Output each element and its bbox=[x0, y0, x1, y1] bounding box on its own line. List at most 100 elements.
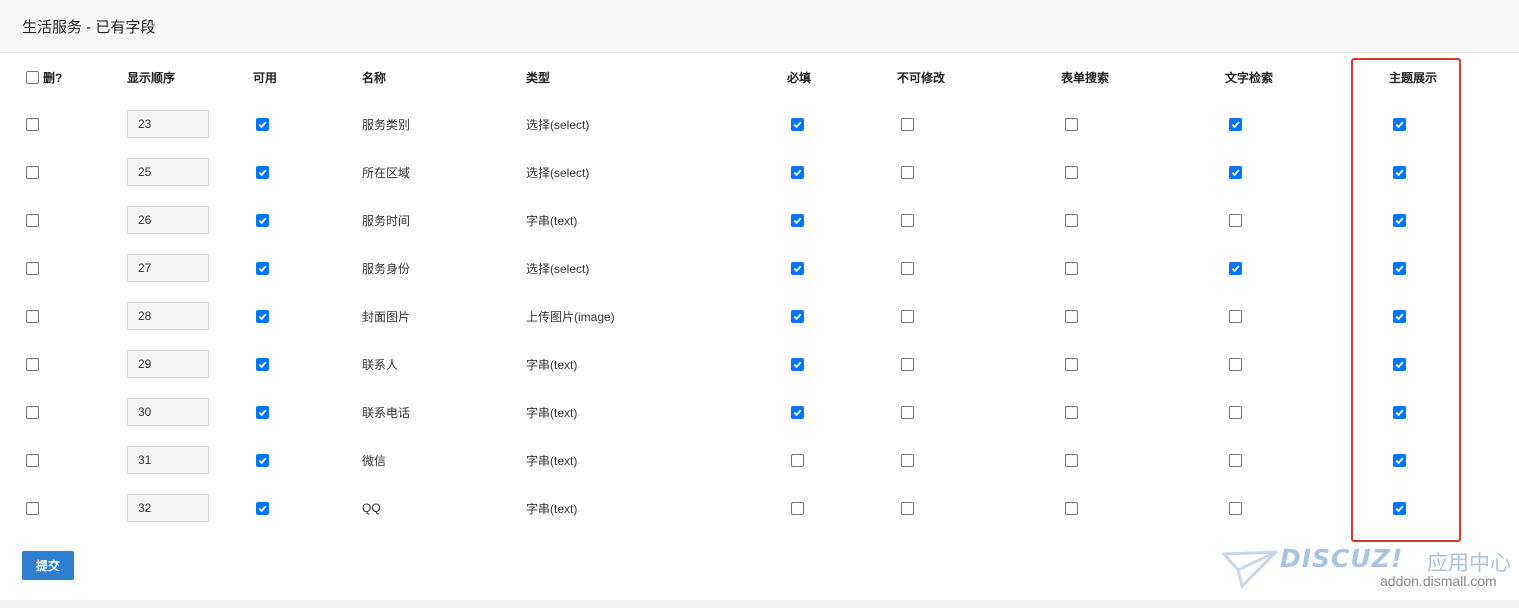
text-search-checkbox[interactable] bbox=[1229, 213, 1242, 227]
delete-checkbox[interactable] bbox=[26, 309, 39, 323]
available-checkbox[interactable] bbox=[256, 261, 269, 275]
form-search-checkbox-cell bbox=[1065, 100, 1078, 148]
order-input[interactable] bbox=[127, 398, 209, 426]
text-search-checkbox[interactable] bbox=[1229, 501, 1242, 515]
available-checkbox-cell bbox=[256, 244, 269, 292]
text-search-checkbox[interactable] bbox=[1229, 165, 1242, 179]
theme-display-checkbox[interactable] bbox=[1393, 117, 1406, 131]
unchangeable-checkbox[interactable] bbox=[901, 213, 914, 227]
required-checkbox[interactable] bbox=[791, 213, 804, 227]
unchangeable-checkbox[interactable] bbox=[901, 501, 914, 515]
form-search-checkbox[interactable] bbox=[1065, 261, 1078, 275]
header-available: 可用 bbox=[253, 70, 278, 85]
unchangeable-checkbox-cell bbox=[901, 196, 914, 244]
unchangeable-checkbox[interactable] bbox=[901, 357, 914, 371]
delete-checkbox[interactable] bbox=[26, 405, 39, 419]
form-search-checkbox[interactable] bbox=[1065, 501, 1078, 515]
order-cell bbox=[127, 100, 209, 148]
unchangeable-checkbox[interactable] bbox=[901, 117, 914, 131]
check-icon bbox=[1395, 169, 1404, 176]
order-input[interactable] bbox=[127, 254, 209, 282]
order-input[interactable] bbox=[127, 158, 209, 186]
text-search-checkbox[interactable] bbox=[1229, 309, 1242, 323]
field-type: 字串(text) bbox=[526, 501, 578, 516]
available-checkbox-cell bbox=[256, 100, 269, 148]
order-input[interactable] bbox=[127, 446, 209, 474]
check-icon bbox=[258, 361, 267, 368]
order-input[interactable] bbox=[127, 350, 209, 378]
order-input[interactable] bbox=[127, 494, 209, 522]
submit-button[interactable]: 提交 bbox=[22, 551, 74, 580]
theme-display-checkbox[interactable] bbox=[1393, 405, 1406, 419]
text-search-checkbox[interactable] bbox=[1229, 405, 1242, 419]
theme-display-checkbox[interactable] bbox=[1393, 501, 1406, 515]
form-search-checkbox[interactable] bbox=[1065, 405, 1078, 419]
available-checkbox[interactable] bbox=[256, 117, 269, 131]
check-icon bbox=[793, 169, 802, 176]
form-search-checkbox[interactable] bbox=[1065, 117, 1078, 131]
required-checkbox[interactable] bbox=[791, 165, 804, 179]
unchangeable-checkbox[interactable] bbox=[901, 261, 914, 275]
form-search-checkbox[interactable] bbox=[1065, 309, 1078, 323]
delete-checkbox[interactable] bbox=[26, 453, 39, 467]
header-text-search: 文字检索 bbox=[1225, 70, 1274, 85]
required-checkbox[interactable] bbox=[791, 117, 804, 131]
form-search-checkbox[interactable] bbox=[1065, 165, 1078, 179]
theme-display-checkbox-cell bbox=[1393, 244, 1406, 292]
available-checkbox[interactable] bbox=[256, 213, 269, 227]
available-checkbox[interactable] bbox=[256, 453, 269, 467]
theme-display-checkbox[interactable] bbox=[1393, 165, 1406, 179]
theme-display-checkbox[interactable] bbox=[1393, 453, 1406, 467]
delete-checkbox[interactable] bbox=[26, 357, 39, 371]
text-search-checkbox[interactable] bbox=[1229, 261, 1242, 275]
unchangeable-checkbox[interactable] bbox=[901, 165, 914, 179]
order-input[interactable] bbox=[127, 110, 209, 138]
form-search-checkbox[interactable] bbox=[1065, 213, 1078, 227]
available-checkbox[interactable] bbox=[256, 405, 269, 419]
field-name: 服务类别 bbox=[362, 117, 411, 132]
header-unchangeable: 不可修改 bbox=[897, 70, 946, 85]
text-search-checkbox[interactable] bbox=[1229, 357, 1242, 371]
available-checkbox[interactable] bbox=[256, 309, 269, 323]
form-search-checkbox[interactable] bbox=[1065, 357, 1078, 371]
text-search-checkbox[interactable] bbox=[1229, 453, 1242, 467]
order-input[interactable] bbox=[127, 302, 209, 330]
theme-display-checkbox[interactable] bbox=[1393, 261, 1406, 275]
delete-checkbox[interactable] bbox=[26, 117, 39, 131]
order-input[interactable] bbox=[127, 206, 209, 234]
theme-display-checkbox[interactable] bbox=[1393, 309, 1406, 323]
required-checkbox[interactable] bbox=[791, 453, 804, 467]
check-icon bbox=[1395, 217, 1404, 224]
delete-checkbox-cell bbox=[26, 292, 39, 340]
available-checkbox[interactable] bbox=[256, 501, 269, 515]
text-search-checkbox[interactable] bbox=[1229, 117, 1242, 131]
delete-checkbox-cell bbox=[26, 244, 39, 292]
available-checkbox[interactable] bbox=[256, 165, 269, 179]
theme-display-checkbox[interactable] bbox=[1393, 357, 1406, 371]
delete-checkbox[interactable] bbox=[26, 165, 39, 179]
required-checkbox[interactable] bbox=[791, 261, 804, 275]
select-all-checkbox[interactable] bbox=[26, 70, 39, 84]
check-icon bbox=[793, 313, 802, 320]
delete-checkbox[interactable] bbox=[26, 213, 39, 227]
required-checkbox[interactable] bbox=[791, 357, 804, 371]
check-icon bbox=[793, 121, 802, 128]
required-checkbox[interactable] bbox=[791, 405, 804, 419]
unchangeable-checkbox[interactable] bbox=[901, 405, 914, 419]
check-icon bbox=[258, 409, 267, 416]
available-checkbox-cell bbox=[256, 484, 269, 532]
field-name: QQ bbox=[362, 501, 381, 515]
delete-checkbox[interactable] bbox=[26, 261, 39, 275]
theme-display-checkbox[interactable] bbox=[1393, 213, 1406, 227]
unchangeable-checkbox[interactable] bbox=[901, 309, 914, 323]
field-type: 上传图片(image) bbox=[526, 309, 615, 324]
field-name: 联系电话 bbox=[362, 405, 411, 420]
required-checkbox[interactable] bbox=[791, 501, 804, 515]
unchangeable-checkbox[interactable] bbox=[901, 453, 914, 467]
form-search-checkbox[interactable] bbox=[1065, 453, 1078, 467]
required-checkbox-cell bbox=[791, 388, 804, 436]
available-checkbox[interactable] bbox=[256, 357, 269, 371]
delete-checkbox[interactable] bbox=[26, 501, 39, 515]
theme-display-checkbox-cell bbox=[1393, 388, 1406, 436]
required-checkbox[interactable] bbox=[791, 309, 804, 323]
